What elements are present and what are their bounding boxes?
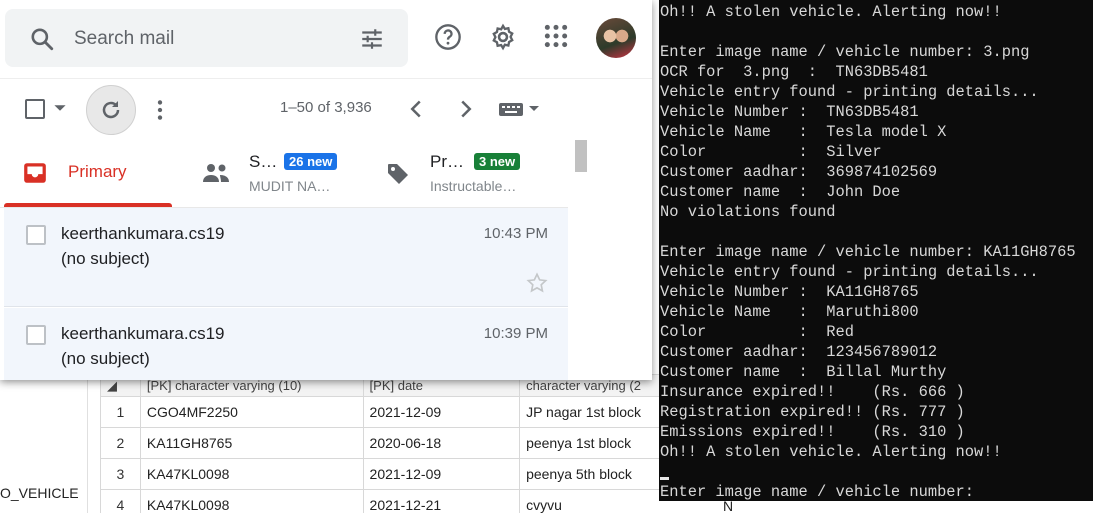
tab-primary[interactable]: Primary (4, 138, 174, 208)
scrollbar-thumb[interactable] (575, 140, 587, 172)
query-results-table: ◢ [PK] character varying (10) [PK] date … (100, 374, 660, 513)
search-options-icon[interactable] (359, 26, 385, 57)
email-checkbox[interactable] (26, 325, 46, 345)
tab-social-preview: MUDIT NA… (249, 178, 331, 194)
select-dropdown-icon[interactable] (53, 101, 67, 120)
terminal-line: Customer aadhar: 123456789012 (660, 343, 938, 361)
terminal-line: Enter image name / vehicle number: 3.png (660, 43, 1030, 61)
terminal-line: Vehicle Name : Maruthi800 (660, 303, 919, 321)
help-icon[interactable] (434, 23, 462, 56)
newer-chevron-icon[interactable] (408, 99, 424, 124)
table-row[interactable]: 2 KA11GH8765 2020-06-18 peenya 1st block (100, 427, 660, 459)
terminal-line: Customer name : Billal Murthy (660, 363, 947, 381)
star-icon[interactable] (526, 272, 548, 299)
object-browser-panel: O_VEHICLE (0, 370, 88, 513)
mail-toolbar: 1–50 of 3,936 (0, 78, 652, 138)
cell-location[interactable]: peenya 1st block (519, 427, 660, 459)
email-time: 10:43 PM (483, 225, 548, 242)
terminal-line: Enter image name / vehicle number: (660, 483, 984, 501)
cell-date[interactable]: 2021-12-09 (362, 458, 521, 490)
tab-promotions-preview: Instructable… (430, 178, 517, 194)
gmail-window: 1–50 of 3,936 Primary S… 26 new MUDIT NA… (0, 0, 652, 380)
table-row[interactable]: 4 KA47KL0098 2021-12-21 cvyvu (100, 489, 660, 513)
older-chevron-icon[interactable] (458, 99, 474, 124)
cell-vehicle[interactable]: CGO4MF2250 (139, 396, 364, 428)
tab-social-badge: 26 new (284, 153, 338, 170)
terminal-line: Customer aadhar: 369874102569 (660, 163, 938, 181)
cell-date[interactable]: 2021-12-21 (362, 489, 521, 513)
refresh-icon (102, 101, 120, 119)
cell-vehicle[interactable]: KA47KL0098 (139, 458, 364, 490)
tab-social[interactable]: S… 26 new MUDIT NA… (190, 138, 370, 208)
terminal-line: No violations found (660, 203, 836, 221)
terminal-line: OCR for 3.png : TN63DB5481 (660, 63, 928, 81)
row-number: 2 (100, 427, 141, 459)
terminal-line: Oh!! A stolen vehicle. Alerting now!! (660, 3, 1002, 21)
tab-promotions-label: Pr… (430, 152, 464, 171)
tab-promotions[interactable]: Pr… 3 new Instructable… (378, 138, 568, 208)
cell-vehicle[interactable]: KA11GH8765 (139, 427, 364, 459)
terminal-line: Vehicle entry found - printing details..… (660, 263, 1039, 281)
terminal-line: Enter image name / vehicle number: KA11G… (660, 243, 1076, 261)
terminal-window[interactable]: Oh!! A stolen vehicle. Alerting now!! Ent… (659, 0, 1093, 501)
terminal-line: Oh!! A stolen vehicle. Alerting now!! (660, 443, 1002, 461)
email-checkbox[interactable] (26, 225, 46, 245)
apps-grid-icon[interactable] (543, 23, 569, 54)
terminal-line: Color : Silver (660, 143, 882, 161)
email-sender: keerthankumara.cs19 (61, 224, 225, 243)
list-item[interactable]: keerthankumara.cs19 (no subject) 10:43 P… (4, 208, 568, 307)
account-avatar[interactable] (596, 18, 636, 58)
row-number: 3 (100, 458, 141, 490)
tab-social-label: S… (249, 152, 278, 171)
email-subject: (no subject) (61, 349, 150, 368)
search-icon[interactable] (29, 26, 55, 57)
terminal-line: Vehicle entry found - printing details..… (660, 83, 1039, 101)
refresh-button[interactable] (86, 85, 136, 135)
inbox-tray-icon (22, 160, 48, 191)
result-grid-trailing-cell: N (659, 498, 1093, 513)
table-row[interactable]: 1 CGO4MF2250 2021-12-09 JP nagar 1st blo… (100, 396, 660, 428)
cell-vehicle[interactable]: KA47KL0098 (139, 489, 364, 513)
terminal-line: Vehicle Name : Tesla model X (660, 123, 947, 141)
terminal-line: Registration expired!! (Rs. 777 ) (660, 403, 965, 421)
terminal-line: Emissions expired!! (Rs. 310 ) (660, 423, 965, 441)
list-item[interactable]: keerthankumara.cs19 (no subject) 10:39 P… (4, 308, 568, 380)
people-icon (202, 162, 230, 189)
settings-gear-icon[interactable] (489, 23, 517, 56)
email-subject: (no subject) (61, 249, 150, 268)
terminal-line: Color : Red (660, 323, 854, 341)
cell-location[interactable]: JP nagar 1st block (519, 396, 660, 428)
cell-date[interactable]: 2020-06-18 (362, 427, 521, 459)
keyboard-input-icon[interactable] (498, 101, 544, 122)
row-number: 4 (100, 489, 141, 513)
email-sender: keerthankumara.cs19 (61, 324, 225, 343)
more-options-icon[interactable] (152, 97, 168, 128)
pagination-count: 1–50 of 3,936 (280, 99, 372, 116)
terminal-line: Customer name : John Doe (660, 183, 901, 201)
email-time: 10:39 PM (483, 325, 548, 342)
database-result-grid: O_VEHICLE ◢ [PK] character varying (10) … (0, 370, 660, 513)
terminal-line: Vehicle Number : KA11GH8765 (660, 283, 919, 301)
inbox-category-tabs: Primary S… 26 new MUDIT NA… Pr… 3 new In… (0, 138, 568, 208)
terminal-line: Insurance expired!! (Rs. 666 ) (660, 383, 965, 401)
select-all-checkbox[interactable] (25, 99, 45, 119)
browser-table-label[interactable]: O_VEHICLE (0, 485, 79, 501)
active-tab-indicator (4, 203, 172, 207)
tab-primary-label: Primary (68, 162, 127, 181)
terminal-cursor (660, 477, 669, 480)
cell-location[interactable]: cvyvu (519, 489, 660, 513)
cell-date[interactable]: 2021-12-09 (362, 396, 521, 428)
trailing-cell-value: N (723, 498, 734, 513)
tag-icon (386, 162, 410, 191)
terminal-line: Vehicle Number : TN63DB5481 (660, 103, 919, 121)
row-number: 1 (100, 396, 141, 428)
search-input[interactable] (74, 26, 334, 52)
search-bar[interactable] (5, 9, 408, 67)
table-row[interactable]: 3 KA47KL0098 2021-12-09 peenya 5th block (100, 458, 660, 490)
cell-location[interactable]: peenya 5th block (519, 458, 660, 490)
tab-promotions-badge: 3 new (474, 153, 521, 170)
